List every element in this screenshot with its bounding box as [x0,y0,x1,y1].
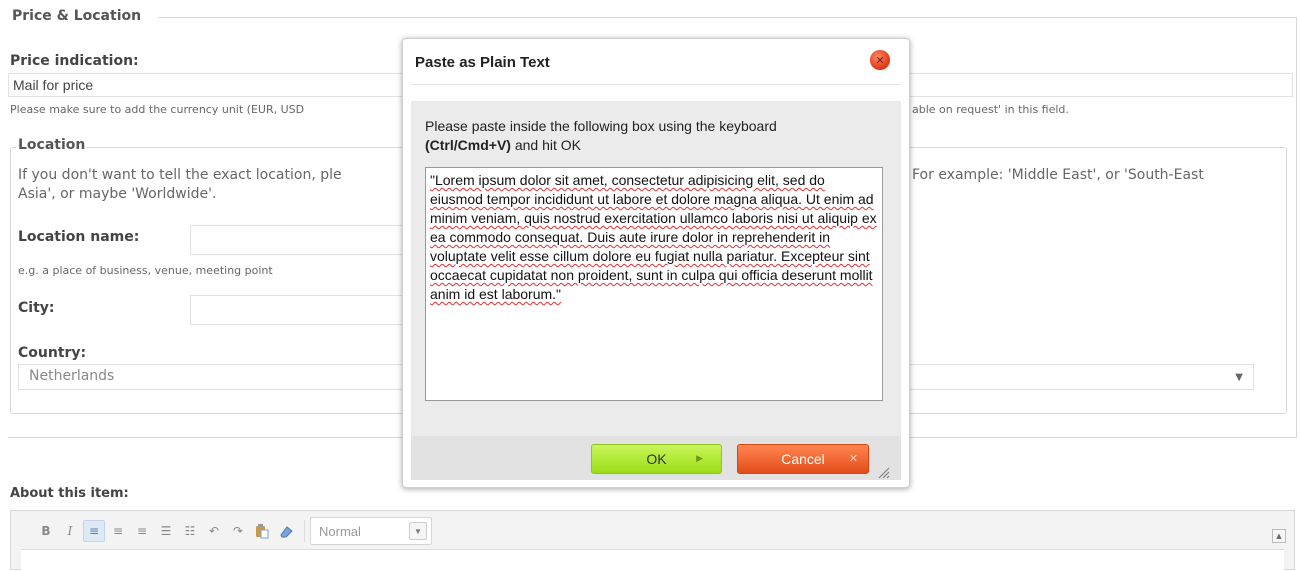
location-name-label: Location name: [18,229,140,245]
close-icon: ✕ [848,453,858,465]
section-border-right [1296,17,1297,437]
ok-button[interactable]: OK ▶ [591,444,722,474]
about-label: About this item: [10,486,129,501]
dialog-body: Please paste inside the following box us… [411,101,901,436]
dialog-title-divider [411,84,901,85]
cancel-button[interactable]: Cancel ✕ [737,444,869,474]
cancel-button-label: Cancel [781,451,825,467]
maximize-icon[interactable]: ▲ [1272,529,1286,543]
ok-button-label: OK [646,451,667,467]
instruction-text: Please paste inside the following box us… [425,118,777,134]
editor-content[interactable] [21,549,1284,571]
location-name-input[interactable] [190,225,405,255]
close-icon: ✕ [875,53,885,67]
paste-icon[interactable] [251,520,273,542]
editor-toolbar: B I ≡ ≡ ≡ ☰ ☷ ↶ ↷ Normal ▼ [35,517,432,545]
location-description-line2: Asia', or maybe 'Worldwide'. [18,186,217,202]
format-select-value: Normal [319,523,361,539]
bullet-list-icon[interactable]: ☰ [155,520,177,542]
redo-icon[interactable]: ↷ [227,520,249,542]
section-divider [158,17,1297,18]
location-description: If you don't want to tell the exact loca… [18,166,342,204]
dialog-title: Paste as Plain Text [415,54,550,71]
arrow-right-icon: ▶ [696,453,703,463]
section-title: Price & Location [12,8,142,24]
resize-grip-icon[interactable] [876,464,890,479]
chevron-down-icon: ▼ [1235,372,1243,383]
italic-icon[interactable]: I [59,520,81,542]
location-legend: Location [16,137,88,153]
chevron-down-icon: ▼ [409,522,427,540]
country-label: Country: [18,345,87,361]
city-input[interactable] [190,295,405,325]
align-left-icon[interactable]: ≡ [83,520,105,542]
location-description-line1: If you don't want to tell the exact loca… [18,167,342,183]
align-center-icon[interactable]: ≡ [107,520,129,542]
rich-text-editor: B I ≡ ≡ ≡ ☰ ☷ ↶ ↷ Normal ▼ ▲ [10,510,1295,571]
numbered-list-icon[interactable]: ☷ [179,520,201,542]
bold-icon[interactable]: B [35,520,57,542]
instruction-shortcut: (Ctrl/Cmd+V) [425,137,511,153]
location-name-hint: e.g. a place of business, venue, meeting… [18,264,273,277]
price-label: Price indication: [10,53,139,69]
instruction-text-tail: and hit OK [510,137,581,153]
city-label: City: [18,300,55,316]
dialog-instruction: Please paste inside the following box us… [425,117,885,155]
format-select[interactable]: Normal ▼ [310,517,432,545]
location-description-right: For example: 'Middle East', or 'South-Ea… [912,167,1204,183]
align-right-icon[interactable]: ≡ [131,520,153,542]
toolbar-separator [304,520,305,542]
price-hint: Please make sure to add the currency uni… [10,103,305,116]
close-button[interactable]: ✕ [870,50,890,70]
dialog-footer: OK ▶ Cancel ✕ [411,436,901,480]
price-hint-tail: able on request' in this field. [912,103,1069,116]
eraser-icon[interactable] [275,520,297,542]
paste-textarea[interactable]: "Lorem ipsum dolor sit amet, consectetur… [425,167,883,401]
undo-icon[interactable]: ↶ [203,520,225,542]
paste-plain-text-dialog: Paste as Plain Text ✕ Please paste insid… [402,38,910,488]
